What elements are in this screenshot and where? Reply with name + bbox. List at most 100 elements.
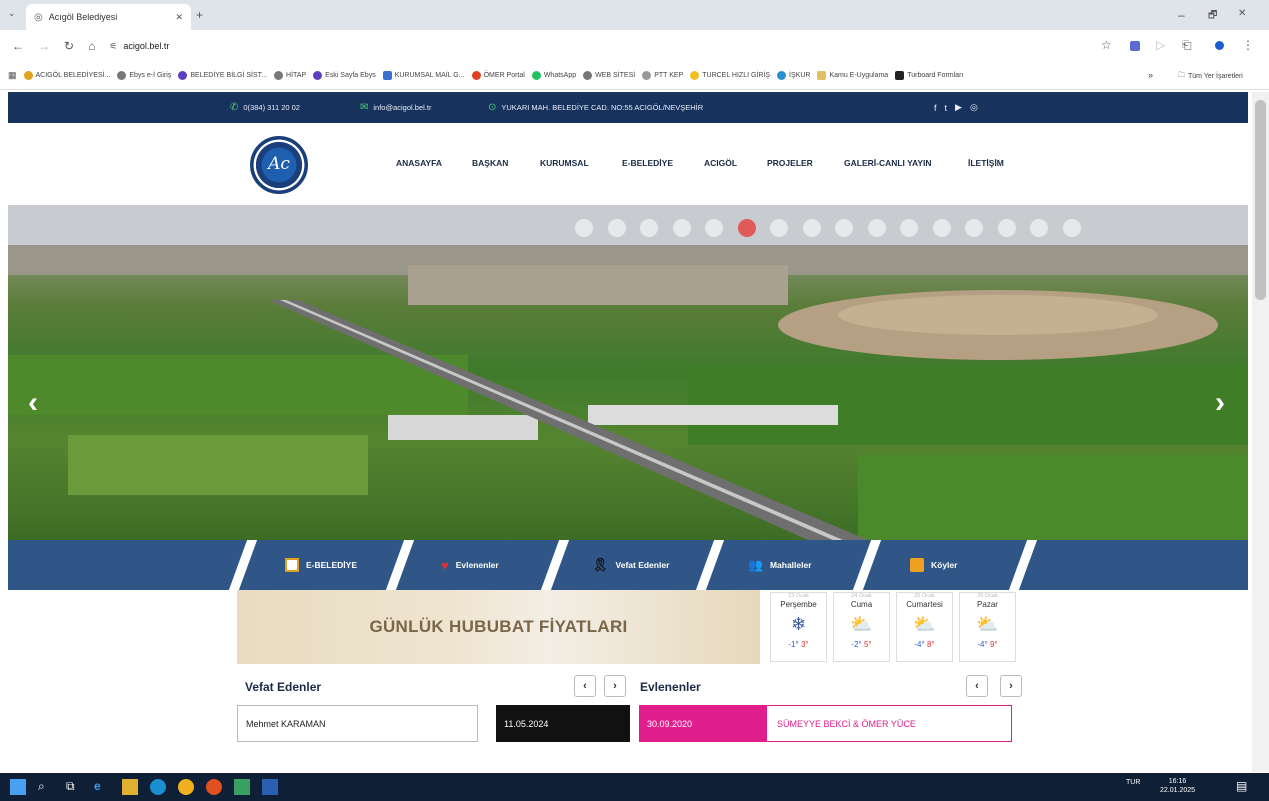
chrome-icon[interactable] (178, 779, 194, 795)
grain-prices-banner[interactable]: GÜNLÜK HUBUBAT FİYATLARI (237, 590, 760, 664)
notifications-icon[interactable]: ▤ (1236, 779, 1247, 793)
download-icon[interactable]: ⎗ (1182, 38, 1192, 53)
home-icon[interactable]: ⌂ (88, 39, 95, 53)
bookmark-item[interactable]: ÖMER Portal (471, 71, 525, 80)
firefox-icon[interactable] (206, 779, 222, 795)
slider-bullet[interactable] (835, 219, 853, 237)
nav-kurumsal[interactable]: KURUMSAL (540, 158, 589, 168)
site-info-icon[interactable]: ⚟ (109, 41, 117, 52)
twitter-icon[interactable]: t (945, 103, 948, 113)
weather-high: 9° (989, 640, 998, 649)
evlenenler-next-button[interactable]: › (1000, 675, 1022, 697)
bookmark-item[interactable]: WhatsApp (531, 71, 576, 80)
quick-link-evlenenler[interactable]: ♥ Evlenenler (441, 540, 499, 590)
nav-iletisim[interactable]: İLETİŞİM (968, 158, 1004, 168)
app-icon[interactable] (234, 779, 250, 795)
bookmark-item[interactable]: Eski Sayfa Ebys (313, 71, 376, 80)
new-tab-button[interactable]: + (196, 8, 203, 22)
nav-acigol[interactable]: ACIGÖL (704, 158, 737, 168)
bookmark-item[interactable]: ACIGÖL BELEDİYESİ... (23, 71, 110, 80)
task-view-icon[interactable]: ⧉ (66, 779, 82, 795)
close-tab-icon[interactable]: ✕ (175, 12, 183, 23)
bookmark-item[interactable]: WEB SİTESİ (583, 71, 635, 80)
slider-bullet[interactable] (932, 219, 951, 237)
reload-icon[interactable]: ↻ (64, 39, 74, 53)
bookmark-item[interactable]: Turboard Formları (895, 71, 963, 80)
evlenenler-names[interactable]: SÜMEYYE BEKCİ & ÖMER YÜCE (767, 705, 1012, 742)
menu-kebab-icon[interactable]: ⋮ (1242, 38, 1254, 52)
slider-prev-button[interactable]: ‹ (28, 386, 38, 420)
search-icon[interactable]: ⌕ (38, 779, 54, 795)
apps-grid-icon[interactable]: ▦ (8, 70, 17, 81)
bookmark-item[interactable]: BELEDİYE BİLGİ SİST... (178, 71, 267, 80)
bookmark-item[interactable]: TURCEL HIZLI GİRİŞ (690, 71, 770, 80)
bookmark-item[interactable]: İŞKUR (777, 71, 810, 80)
restore-button[interactable]: 🗗 (1208, 8, 1217, 25)
slider-bullet[interactable] (607, 219, 626, 237)
bookmark-item[interactable]: Kamu E-Uygulama (817, 71, 888, 80)
nav-baskan[interactable]: BAŞKAN (472, 158, 508, 168)
minimize-button[interactable]: – (1178, 8, 1185, 22)
language-indicator[interactable]: TUR (1126, 779, 1140, 787)
bookmark-item[interactable]: HİTAP (274, 71, 306, 80)
evlenenler-prev-button[interactable]: ‹ (966, 675, 988, 697)
tab-list-icon[interactable]: ⌄ (8, 8, 16, 19)
slider-bullet-active[interactable] (737, 219, 756, 237)
bookmark-item[interactable]: Ebys e-İ Giriş (117, 71, 171, 80)
nav-e-belediye[interactable]: E-BELEDİYE (622, 158, 673, 168)
municipality-logo[interactable]: Ac (250, 136, 308, 194)
facebook-icon[interactable]: f (934, 103, 937, 113)
vefat-prev-button[interactable]: ‹ (574, 675, 596, 697)
slider-bullet[interactable] (770, 219, 788, 237)
browser-tab[interactable]: ◎ Acıgöl Belediyesi ✕ (26, 4, 191, 30)
youtube-icon[interactable]: ▶ (955, 102, 962, 113)
vefat-name[interactable]: Mehmet KARAMAN (237, 705, 478, 742)
slider-bullet[interactable] (705, 219, 723, 237)
clock[interactable]: 16:16 22.01.2025 (1160, 777, 1195, 795)
slider-bullet[interactable] (1030, 219, 1048, 237)
email-contact[interactable]: ✉ info@acigol.bel.tr (360, 102, 431, 113)
extension-icon[interactable] (1130, 41, 1140, 51)
nav-galeri[interactable]: GALERİ-CANLI YAYIN (844, 158, 932, 168)
nav-projeler[interactable]: PROJELER (767, 158, 813, 168)
word-icon[interactable] (262, 779, 278, 795)
quick-link-vefat-edenler[interactable]: 🎗 Vefat Edenler (592, 540, 669, 590)
vefat-next-button[interactable]: › (604, 675, 626, 697)
slider-bullet[interactable] (672, 219, 691, 237)
instagram-icon[interactable]: ◎ (970, 102, 978, 113)
phone-contact[interactable]: ✆ 0(384) 311 20 02 (230, 102, 300, 113)
all-bookmarks-folder[interactable]: 🗀 Tüm Yer İşaretleri (1178, 71, 1243, 82)
forward-icon[interactable]: → (38, 39, 50, 53)
slider-bullet[interactable] (802, 219, 821, 237)
back-icon[interactable]: ← (12, 39, 24, 53)
edge-icon[interactable]: e (94, 779, 110, 795)
explorer-icon[interactable] (122, 779, 138, 795)
bookmark-item[interactable]: PTT KEP (642, 71, 683, 80)
slider-bullet[interactable] (997, 219, 1016, 237)
partly-cloudy-icon: ⛅ (850, 614, 873, 634)
weather-low: -2° (851, 640, 862, 649)
quick-link-e-belediye[interactable]: E-BELEDİYE (285, 540, 357, 590)
more-bookmarks-button[interactable]: » (1148, 70, 1153, 80)
slider-bullet[interactable] (965, 219, 983, 237)
slider-bullet[interactable] (575, 219, 593, 237)
slider-bullet[interactable] (867, 219, 886, 237)
bookmark-star-icon[interactable]: ☆ (1101, 38, 1112, 52)
slider-bullet[interactable] (1062, 219, 1081, 237)
slider-bullet[interactable] (900, 219, 918, 237)
address-input[interactable]: acigol.bel.tr (123, 41, 169, 51)
profile-avatar[interactable] (1215, 41, 1224, 50)
close-window-button[interactable]: ✕ (1238, 8, 1246, 19)
vefat-section-title: Vefat Edenler (245, 680, 322, 694)
nav-anasayfa[interactable]: ANASAYFA (396, 158, 442, 168)
quick-link-mahalleler[interactable]: 👥 Mahalleler (748, 540, 812, 590)
bookmark-item[interactable]: KURUMSAL MAİL G... (382, 71, 465, 80)
app-icon[interactable] (150, 779, 166, 795)
scrollbar-thumb[interactable] (1255, 100, 1266, 300)
quick-link-koyler[interactable]: Köyler (910, 540, 957, 590)
bookmarks-bar: ▦ ACIGÖL BELEDİYESİ... Ebys e-İ Giriş BE… (0, 62, 1269, 90)
start-icon[interactable] (10, 779, 26, 795)
slider-bullet[interactable] (640, 219, 658, 237)
slider-next-button[interactable]: › (1215, 386, 1225, 420)
extension-icon-2[interactable]: ▷ (1156, 38, 1165, 52)
